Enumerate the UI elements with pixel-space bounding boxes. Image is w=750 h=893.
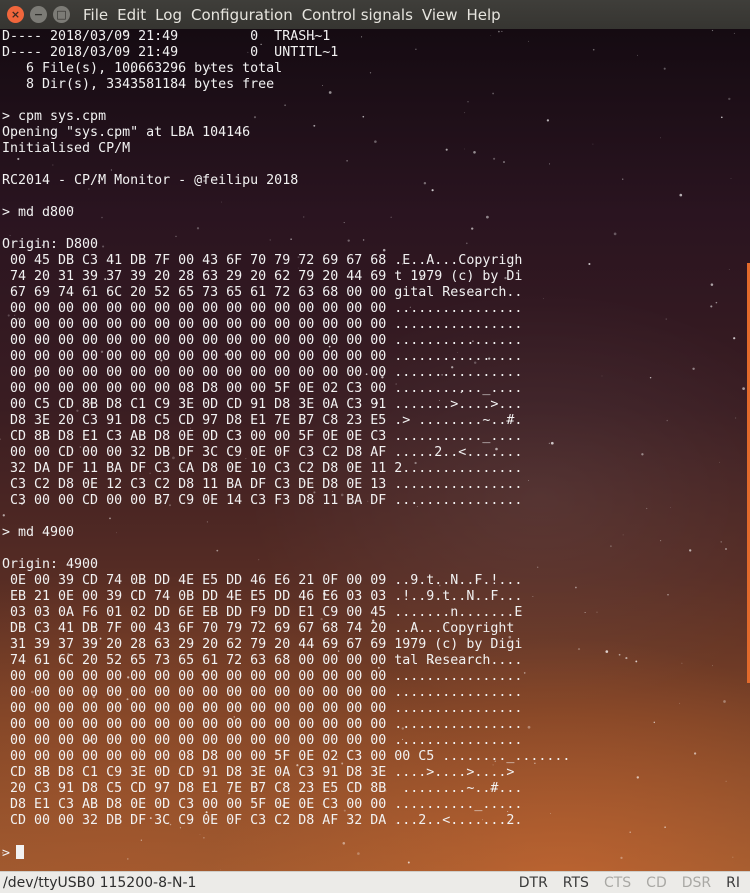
- terminal-line: 00 C5 CD 8B D8 C1 C9 3E 0D CD 91 D8 3E 0…: [10, 397, 523, 412]
- menu-configuration[interactable]: Configuration: [191, 6, 293, 24]
- menu-log[interactable]: Log: [155, 6, 182, 24]
- terminal-line: 00 00 00 00 00 00 00 00 00 00 00 00 00 0…: [10, 733, 523, 748]
- terminal-line: D---- 2018/03/09 21:49 0 TRASH~1: [2, 29, 331, 44]
- terminal-line: 00 00 00 00 00 00 00 00 00 00 00 00 00 0…: [10, 717, 523, 732]
- terminal-line: D8 E1 C3 AB D8 0E 0D C3 00 00 5F 0E 0E C…: [10, 797, 523, 812]
- text-cursor: [16, 845, 25, 859]
- terminal-line: 00 00 00 00 00 00 00 00 00 00 00 00 00 0…: [10, 333, 523, 348]
- terminal-line: 20 C3 91 D8 C5 CD 97 D8 E1 7E B7 C8 23 E…: [10, 781, 523, 796]
- control-signals: DTR RTS CTS CD DSR RI: [504, 875, 740, 891]
- terminal-line: 00 00 00 00 00 00 00 00 00 00 00 00 00 0…: [10, 349, 523, 364]
- terminal-line: 67 69 74 61 6C 20 52 65 73 65 61 72 63 6…: [10, 285, 523, 300]
- signal-cd[interactable]: CD: [646, 875, 667, 891]
- terminal-line: 00 00 00 00 00 00 00 00 00 00 00 00 00 0…: [10, 701, 523, 716]
- terminal-line: C3 C2 D8 0E 12 C3 C2 D8 11 BA DF C3 DE D…: [10, 477, 523, 492]
- terminal-line: > cpm sys.cpm: [2, 109, 107, 124]
- terminal-line: 03 03 0A F6 01 02 DD 6E EB DD F9 DD E1 C…: [10, 605, 523, 620]
- status-bar: /dev/ttyUSB0 115200-8-N-1 DTR RTS CTS CD DSR…: [0, 871, 750, 893]
- signal-cts[interactable]: CTS: [604, 875, 631, 891]
- terminal-line: CD 00 00 32 DB DF 3C C9 0E 0F C3 C2 D8 A…: [10, 813, 523, 828]
- minimize-icon[interactable]: −: [30, 6, 47, 23]
- title-menu-bar: × − □ File Edit Log Configuration Contro…: [0, 0, 750, 29]
- terminal-line: D---- 2018/03/09 21:49 0 UNTITL~1: [2, 45, 339, 60]
- terminal-line: EB 21 0E 00 39 CD 74 0B DD 4E E5 DD 46 E…: [10, 589, 523, 604]
- terminal-line: 00 45 DB C3 41 DB 7F 00 43 6F 70 79 72 6…: [10, 253, 523, 268]
- terminal-line: 00 00 00 00 00 00 00 00 00 00 00 00 00 0…: [10, 365, 523, 380]
- menu-control-signals[interactable]: Control signals: [302, 6, 413, 24]
- terminal-line: 00 00 00 00 00 00 00 00 00 00 00 00 00 0…: [10, 669, 523, 684]
- terminal-line: 6 File(s), 100663296 bytes total: [26, 61, 283, 76]
- terminal-line: CD 8B D8 E1 C3 AB D8 0E 0D C3 00 00 5F 0…: [10, 429, 523, 444]
- terminal-output[interactable]: D---- 2018/03/09 21:49 0 TRASH~1 D---- 2…: [0, 29, 750, 871]
- signal-dsr[interactable]: DSR: [682, 875, 711, 891]
- menu-list: File Edit Log Configuration Control sign…: [83, 6, 510, 24]
- terminal-line: CD 8B D8 C1 C9 3E 0D CD 91 D8 3E 0A C3 9…: [10, 765, 515, 780]
- terminal-line: > md 4900: [2, 525, 75, 540]
- menu-file[interactable]: File: [83, 6, 108, 24]
- signal-rts[interactable]: RTS: [563, 875, 589, 891]
- terminal-text: D---- 2018/03/09 21:49 0 TRASH~1 D---- 2…: [2, 29, 570, 862]
- terminal-line: Initialised CP/M: [2, 141, 131, 156]
- terminal-line: 31 39 37 39 20 28 63 29 20 62 79 20 44 6…: [10, 637, 523, 652]
- terminal-line: 00 00 00 00 00 00 00 00 00 00 00 00 00 0…: [10, 317, 523, 332]
- menu-edit[interactable]: Edit: [117, 6, 146, 24]
- terminal-line: 00 00 00 00 00 00 00 00 00 00 00 00 00 0…: [10, 685, 523, 700]
- terminal-line: RC2014 - CP/M Monitor - @feilipu 2018: [2, 173, 299, 188]
- menu-view[interactable]: View: [422, 6, 458, 24]
- terminal-line: 8 Dir(s), 3343581184 bytes free: [26, 77, 275, 92]
- terminal-line: Opening "sys.cpm" at LBA 104146: [2, 125, 251, 140]
- terminal-line: C3 00 00 CD 00 00 B7 C9 0E 14 C3 F3 D8 1…: [10, 493, 523, 508]
- terminal-line: Origin: 4900: [2, 557, 99, 572]
- terminal-line: 00 00 00 00 00 00 00 00 00 00 00 00 00 0…: [10, 301, 523, 316]
- terminal-prompt: >: [2, 846, 11, 861]
- close-icon[interactable]: ×: [7, 6, 24, 23]
- terminal-line: D8 3E 20 C3 91 D8 C5 CD 97 D8 E1 7E B7 C…: [10, 413, 523, 428]
- terminal-line: 00 00 00 00 00 00 00 08 D8 00 00 5F 0E 0…: [10, 749, 571, 764]
- maximize-icon[interactable]: □: [53, 6, 70, 23]
- terminal-line: 74 20 31 39 37 39 20 28 63 29 20 62 79 2…: [10, 269, 523, 284]
- terminal-line: 32 DA DF 11 BA DF C3 CA D8 0E 10 C3 C2 D…: [10, 461, 523, 476]
- terminal-line: Origin: D800: [2, 237, 99, 252]
- signal-dtr[interactable]: DTR: [519, 875, 548, 891]
- terminal-line: 00 00 CD 00 00 32 DB DF 3C C9 0E 0F C3 C…: [10, 445, 523, 460]
- terminal-line: > md d800: [2, 205, 75, 220]
- signal-ri[interactable]: RI: [726, 875, 740, 891]
- terminal-line: 00 00 00 00 00 00 00 08 D8 00 00 5F 0E 0…: [10, 381, 523, 396]
- port-settings: /dev/ttyUSB0 115200-8-N-1: [3, 874, 197, 891]
- menu-help[interactable]: Help: [467, 6, 501, 24]
- terminal-line: 74 61 6C 20 52 65 73 65 61 72 63 68 00 0…: [10, 653, 523, 668]
- terminal-line: DB C3 41 DB 7F 00 43 6F 70 79 72 69 67 6…: [10, 621, 515, 636]
- terminal-line: 0E 00 39 CD 74 0B DD 4E E5 DD 46 E6 21 0…: [10, 573, 523, 588]
